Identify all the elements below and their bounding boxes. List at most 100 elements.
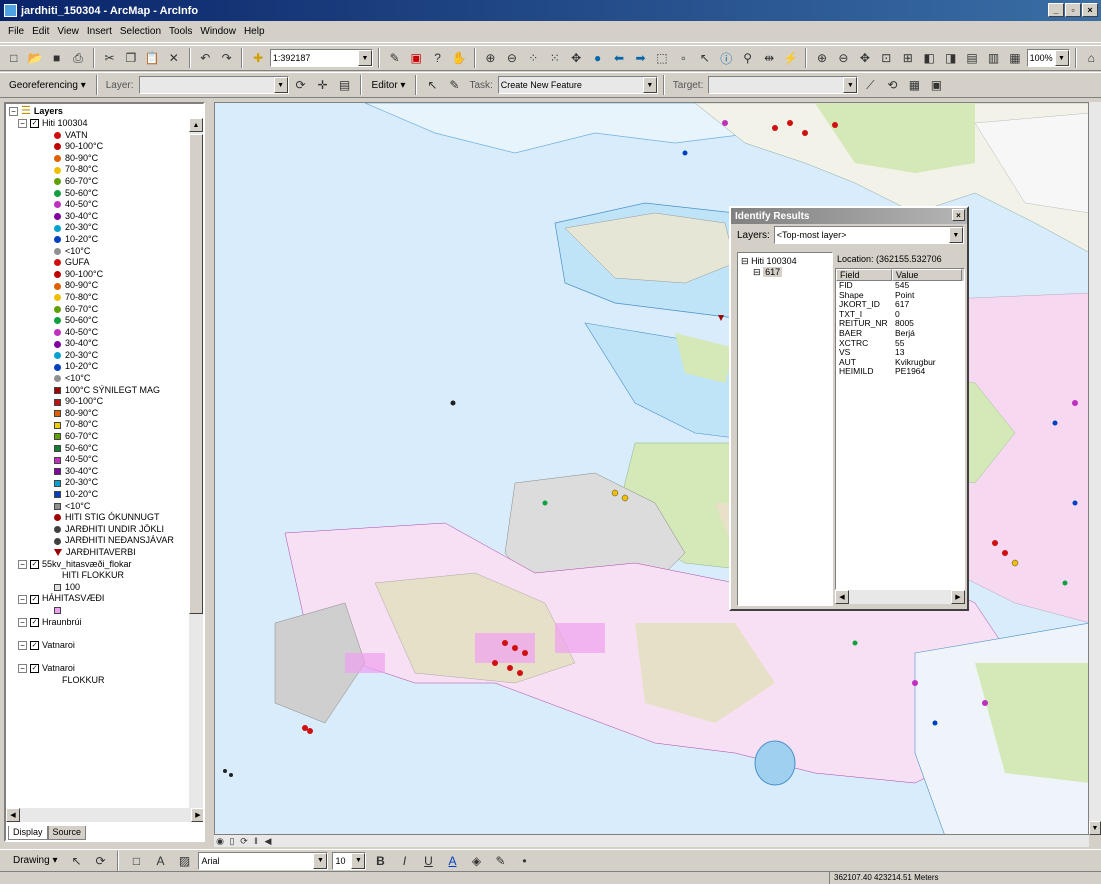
paste-icon[interactable]: 📋 (143, 48, 162, 68)
layout-zoom-out-icon[interactable]: ⊖ (834, 48, 853, 68)
fixed-zoom-in-icon[interactable]: ⁘ (524, 48, 543, 68)
collapse-icon[interactable]: − (18, 641, 27, 651)
field-column-header[interactable]: Field (836, 269, 892, 281)
chevron-down-icon[interactable]: ▼ (273, 77, 288, 93)
toc-root-row[interactable]: − ☰ Layers (9, 105, 63, 118)
delete-icon[interactable]: ✕ (164, 48, 183, 68)
collapse-icon[interactable]: − (18, 594, 27, 604)
scroll-left-icon[interactable]: ◀ (262, 835, 274, 847)
layout-pan-icon[interactable]: ✥ (855, 48, 874, 68)
fixed-zoom-out-icon[interactable]: ⁙ (545, 48, 564, 68)
marker-color-icon[interactable]: • (514, 851, 534, 871)
edit-tool-icon[interactable]: ↖ (422, 75, 442, 95)
menu-selection[interactable]: Selection (116, 26, 165, 37)
identify-table-row[interactable]: Shape Point (836, 291, 964, 301)
toc-layer-row[interactable]: − ✓ Hraunbrúi (6, 617, 191, 629)
pause-icon[interactable]: ‖ (250, 835, 262, 847)
layer-combo[interactable]: ▼ (138, 76, 289, 94)
arccatalog-icon[interactable]: ⌂ (1082, 48, 1101, 68)
rotate-element-icon[interactable]: ⟳ (90, 851, 110, 871)
task-combo[interactable]: Create New Feature ▼ (497, 76, 658, 94)
layout-zoom-in-icon[interactable]: ⊕ (812, 48, 831, 68)
split-tool-icon[interactable]: ⟋ (860, 75, 880, 95)
line-color-icon[interactable]: ✎ (490, 851, 510, 871)
toc-layer-row[interactable]: − ✓ Vatnaroi (6, 640, 191, 652)
layout-forward-icon[interactable]: ◨ (941, 48, 960, 68)
menu-insert[interactable]: Insert (83, 26, 116, 37)
chevron-down-icon[interactable]: ▼ (351, 852, 366, 869)
scroll-left-icon[interactable]: ◀ (835, 590, 849, 604)
identify-title-bar[interactable]: Identify Results × (731, 208, 967, 224)
collapse-icon[interactable]: − (18, 617, 27, 627)
font-combo[interactable]: Arial ▼ (198, 851, 329, 870)
menu-edit[interactable]: Edit (28, 26, 53, 37)
new-document-icon[interactable]: □ (4, 48, 23, 68)
font-size-combo[interactable]: 10 ▼ (332, 851, 367, 870)
chevron-down-icon[interactable]: ▼ (642, 77, 657, 93)
chevron-down-icon[interactable]: ▼ (1054, 50, 1069, 66)
identify-table-row[interactable]: HEIMILD PE1964 (836, 367, 964, 377)
chevron-down-icon[interactable]: ▼ (313, 852, 328, 869)
drawing-menu[interactable]: Drawing ▾ (8, 851, 62, 871)
identify-table-row[interactable]: FID 545 (836, 281, 964, 291)
editor-toolbar-icon[interactable]: ✎ (385, 48, 404, 68)
rotate-icon[interactable]: ⟳ (291, 75, 311, 95)
back-arrow-icon[interactable]: ⬅ (609, 48, 628, 68)
add-control-points-icon[interactable]: ✛ (313, 75, 333, 95)
cut-icon[interactable]: ✂ (100, 48, 119, 68)
target-combo[interactable]: ▼ (708, 76, 859, 94)
map-horizontal-scrollbar[interactable]: ◉ ▯ ⟳ ‖ ◀ (214, 835, 1089, 847)
rotate-tool-icon[interactable]: ⟲ (882, 75, 902, 95)
menu-help[interactable]: Help (240, 26, 269, 37)
identify-table-row[interactable]: XCTRC 55 (836, 339, 964, 349)
tab-display[interactable]: Display (8, 826, 48, 840)
toc-layer-row[interactable]: − ✓ HÁHITASVÆÐI (6, 593, 191, 605)
copy-icon[interactable]: ❐ (121, 48, 140, 68)
bold-icon[interactable]: B (370, 851, 390, 871)
focus-frame-icon[interactable]: ▥ (984, 48, 1003, 68)
rectangle-icon[interactable]: □ (126, 851, 146, 871)
layout-view-icon[interactable]: ▯ (226, 835, 238, 847)
view-link-table-icon[interactable]: ▤ (335, 75, 355, 95)
editor-menu[interactable]: Editor ▾ (367, 75, 411, 95)
whats-this-icon[interactable]: ? (428, 48, 447, 68)
attributes-icon[interactable]: ▦ (904, 75, 924, 95)
pan-hand-icon[interactable]: ✋ (449, 48, 468, 68)
layout-back-icon[interactable]: ◧ (919, 48, 938, 68)
scroll-right-icon[interactable]: ▶ (191, 808, 203, 822)
menu-view[interactable]: View (53, 26, 83, 37)
text-tool-icon[interactable]: A (150, 851, 170, 871)
identify-horizontal-scrollbar[interactable]: ◀ ▶ (835, 590, 965, 604)
layer-visibility-checkbox[interactable]: ✓ (30, 641, 39, 651)
menu-window[interactable]: Window (196, 26, 240, 37)
refresh-icon[interactable]: ⟳ (238, 835, 250, 847)
layer-visibility-checkbox[interactable]: ✓ (30, 617, 39, 627)
value-column-header[interactable]: Value (892, 269, 962, 281)
map-vertical-scrollbar[interactable]: ▼ (1089, 102, 1101, 835)
identify-table-row[interactable]: TXT_I 0 (836, 310, 964, 320)
arctoolbox-icon[interactable]: ▣ (406, 48, 425, 68)
toc-layer-row[interactable]: − ✓ Hiti 100304 (6, 118, 191, 130)
scroll-up-icon[interactable]: ▲ (189, 118, 203, 132)
zoom-100-icon[interactable]: ⊞ (898, 48, 917, 68)
chevron-down-icon[interactable]: ▼ (843, 77, 858, 93)
hyperlink-icon[interactable]: ⚡ (781, 48, 800, 68)
print-icon[interactable]: ⎙ (68, 48, 87, 68)
collapse-icon[interactable]: − (18, 559, 27, 569)
identify-table-row[interactable]: JKORT_ID 617 (836, 300, 964, 310)
minimize-button[interactable]: _ (1048, 3, 1064, 17)
identify-tree-child[interactable]: ⊟ 617 (741, 267, 829, 278)
scale-combo[interactable]: 1:392187 ▼ (269, 49, 373, 67)
select-elements-icon[interactable]: ↖ (66, 851, 86, 871)
collapse-icon[interactable]: − (9, 107, 18, 117)
toc-vertical-scrollbar[interactable]: ▲ (189, 118, 203, 808)
sketch-tool-icon[interactable]: ✎ (444, 75, 464, 95)
scroll-left-icon[interactable]: ◀ (6, 808, 20, 822)
collapse-icon[interactable]: − (18, 664, 27, 674)
fill-color-icon[interactable]: ◈ (466, 851, 486, 871)
scroll-right-icon[interactable]: ▶ (951, 590, 965, 604)
italic-icon[interactable]: I (394, 851, 414, 871)
chevron-down-icon[interactable]: ▼ (357, 50, 372, 66)
underline-icon[interactable]: U (418, 851, 438, 871)
toc-layer-row[interactable]: − ✓ Vatnaroi (6, 663, 191, 675)
